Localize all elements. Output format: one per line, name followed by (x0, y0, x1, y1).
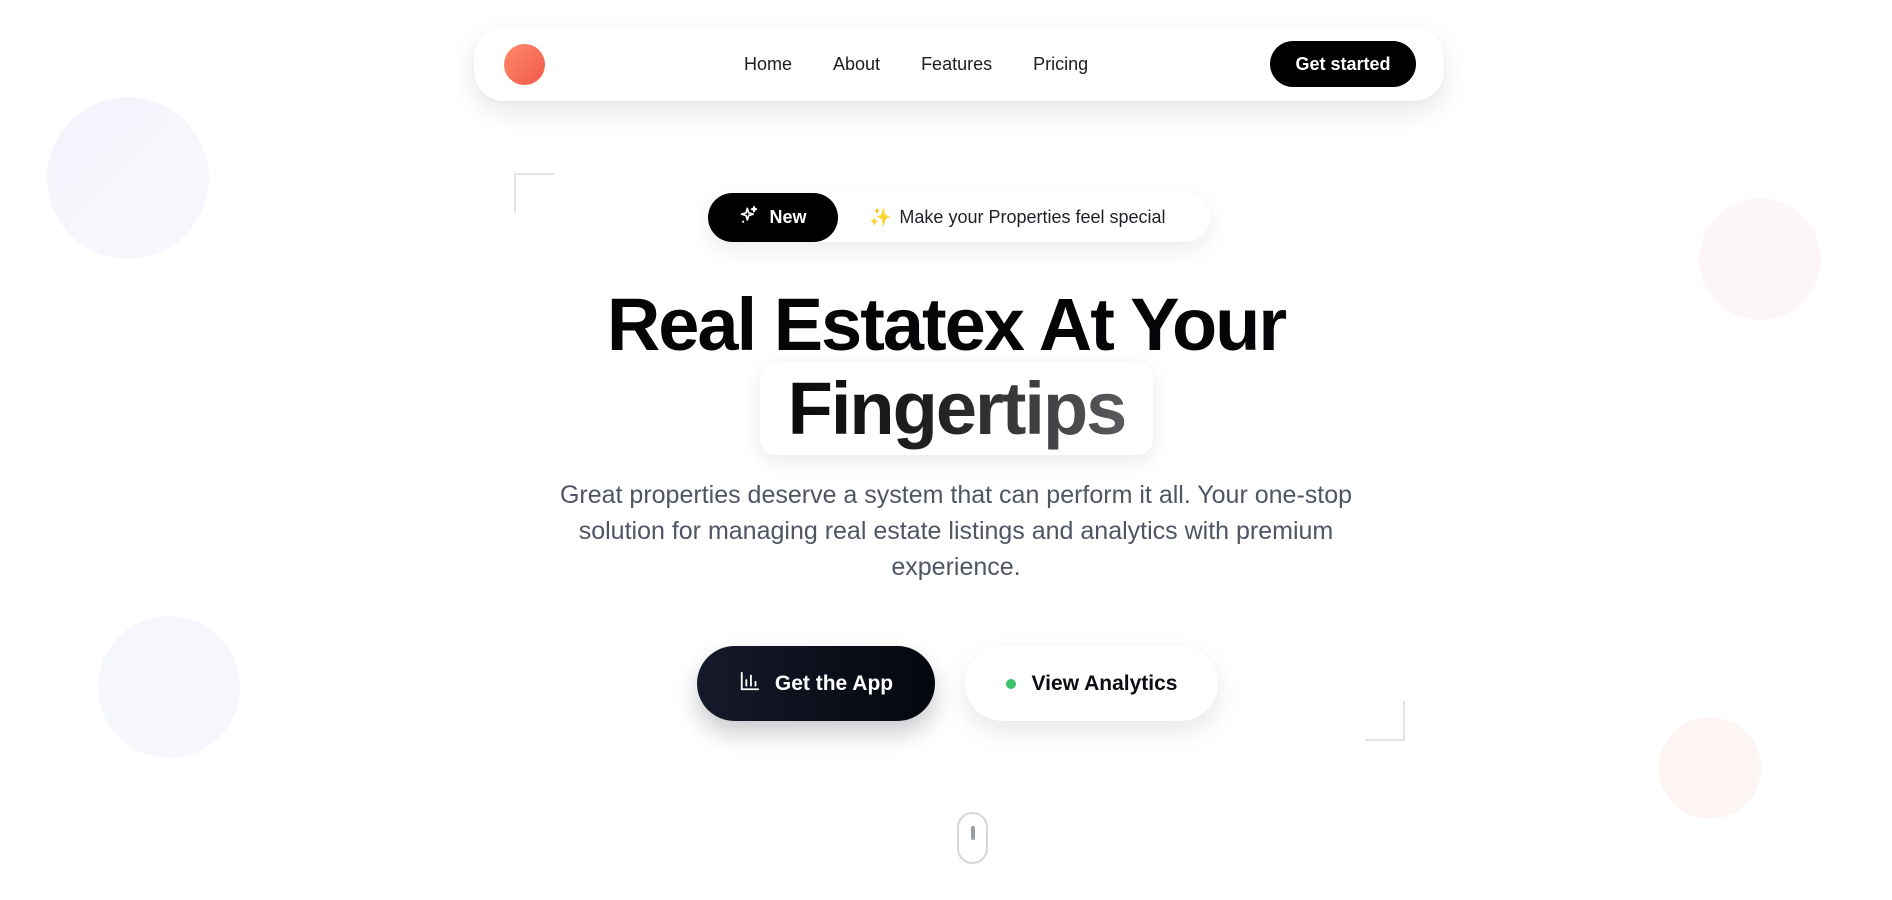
hero-highlight-box: Fingertips (760, 362, 1153, 455)
announcement-text: Make your Properties feel special (899, 207, 1166, 227)
corner-bracket-top-left (514, 173, 554, 213)
new-badge: New (708, 193, 838, 242)
view-analytics-button[interactable]: View Analytics (965, 646, 1218, 721)
corner-bracket-bottom-right (1365, 701, 1405, 741)
navbar: Home About Features Pricing Get started (474, 27, 1444, 101)
get-the-app-label: Get the App (774, 671, 894, 695)
mouse-wheel (971, 826, 975, 840)
nav-link-home[interactable]: Home (744, 54, 792, 75)
decorative-circle (1659, 717, 1761, 819)
decorative-circle (98, 616, 240, 758)
landing-page: Home About Features Pricing Get started … (0, 0, 1892, 900)
nav-link-about[interactable]: About (833, 54, 880, 75)
logo[interactable] (504, 44, 545, 85)
announcement-text-group: ✨ Make your Properties feel special (869, 207, 1166, 228)
sparkles-icon (739, 205, 759, 230)
hero-description: Great properties deserve a system that c… (559, 481, 1353, 581)
get-the-app-button[interactable]: Get the App (697, 646, 935, 721)
nav-link-pricing[interactable]: Pricing (1033, 54, 1088, 75)
hero-title-highlight: Fingertips (788, 364, 1128, 454)
hero-title: Real Estatex At Your (606, 283, 1287, 366)
bar-chart-icon (739, 670, 761, 698)
nav-link-features[interactable]: Features (921, 54, 992, 75)
sparkle-emoji-icon: ✨ (869, 207, 892, 227)
status-dot-icon (1005, 678, 1016, 689)
new-badge-label: New (769, 207, 807, 227)
announcement-pill[interactable]: New ✨ Make your Properties feel special (708, 193, 1210, 242)
get-started-button[interactable]: Get started (1270, 41, 1416, 87)
mouse-icon[interactable] (957, 812, 988, 864)
decorative-circle (47, 97, 209, 259)
view-analytics-label: View Analytics (1031, 671, 1178, 695)
nav-links: Home About Features Pricing (744, 27, 1088, 101)
